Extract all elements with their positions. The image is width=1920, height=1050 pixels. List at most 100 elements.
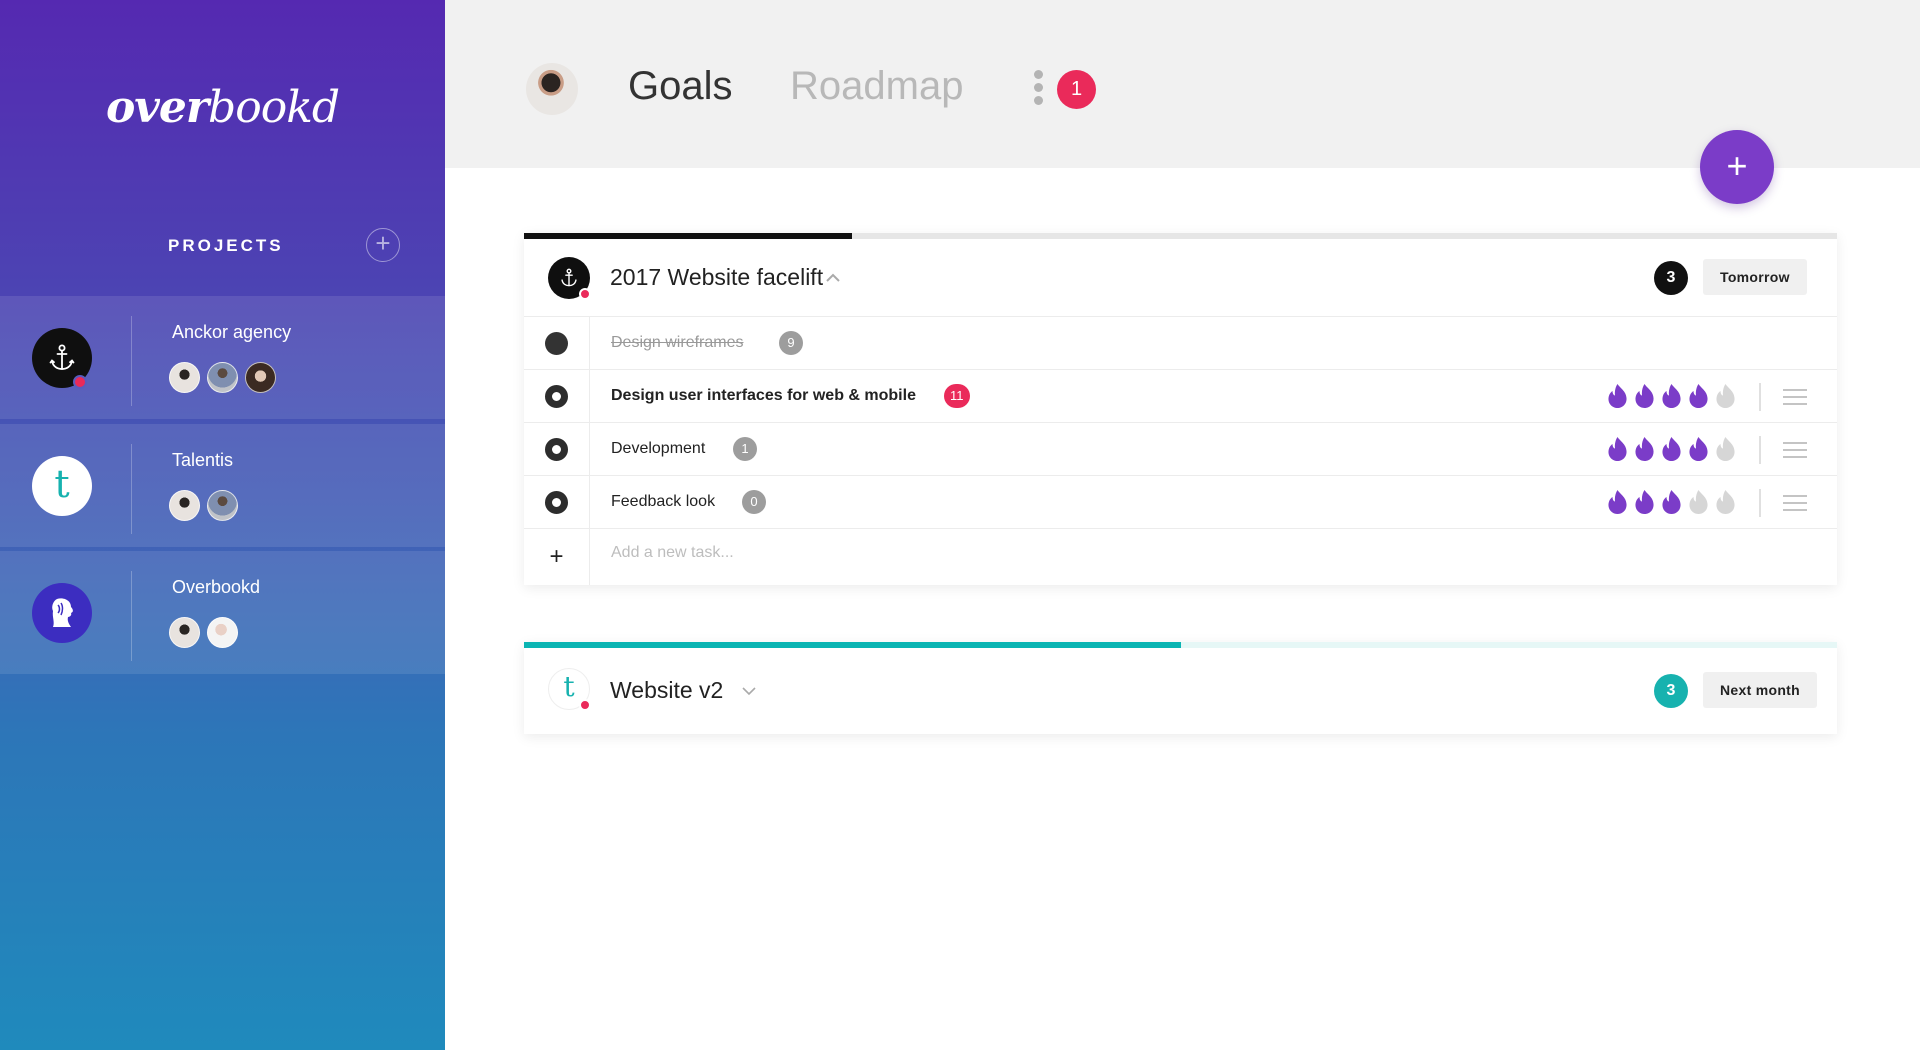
avatar[interactable] — [245, 362, 276, 393]
flame-icon-inactive[interactable] — [1714, 436, 1737, 462]
goal-count-badge: 3 — [1654, 261, 1688, 295]
comment-count-badge[interactable]: 1 — [733, 437, 757, 461]
comment-count-badge[interactable]: 0 — [742, 490, 766, 514]
project-name: Overbookd — [172, 577, 261, 597]
projects-label: PROJECTS — [168, 236, 284, 255]
priority-rating[interactable] — [1606, 383, 1737, 409]
task-checkbox[interactable] — [545, 437, 568, 461]
user-avatar[interactable] — [526, 63, 578, 115]
divider — [1759, 436, 1761, 464]
more-options-icon[interactable] — [1032, 70, 1044, 110]
goal-title[interactable]: 2017 Website facelift — [610, 264, 823, 291]
task-name[interactable]: Design wireframes — [611, 334, 743, 352]
task-check-cell — [524, 317, 590, 369]
anchor-icon — [49, 344, 75, 370]
drag-handle-icon[interactable] — [1783, 495, 1807, 511]
chevron-down-icon[interactable] — [742, 680, 756, 701]
project-name: Talentis — [172, 450, 234, 470]
flame-icon-inactive[interactable] — [1714, 489, 1737, 515]
anchor-icon — [561, 268, 577, 287]
comment-count: 11 — [950, 388, 964, 403]
task-name[interactable]: Development — [611, 440, 705, 458]
flame-icon-active[interactable] — [1633, 489, 1656, 515]
task-checkbox[interactable] — [545, 490, 568, 514]
top-header: Goals Roadmap 1 — [445, 0, 1920, 168]
due-date-pill[interactable]: Next month — [1703, 672, 1817, 708]
flame-icon-active[interactable] — [1660, 489, 1683, 515]
project-members — [169, 617, 238, 648]
notification-dot — [579, 699, 591, 711]
notification-badge[interactable]: 1 — [1057, 70, 1096, 109]
priority-rating[interactable] — [1606, 436, 1737, 462]
goal-header[interactable]: 2017 Website facelift 3 Tomorrow — [524, 239, 1837, 317]
plus-icon: + — [1726, 145, 1748, 186]
tab-goals[interactable]: Goals — [628, 64, 733, 109]
add-task-input[interactable] — [611, 544, 1311, 562]
task-name[interactable]: Design user interfaces for web & mobile — [611, 387, 916, 405]
flame-icon-active[interactable] — [1660, 383, 1683, 409]
comment-count-badge[interactable]: 9 — [779, 331, 803, 355]
app-root: overbookd PROJECTS + Anckor agency t Tal… — [0, 0, 1920, 1050]
flame-icon-inactive[interactable] — [1714, 383, 1737, 409]
sidebar-item-talentis[interactable]: t Talentis — [0, 424, 445, 547]
task-row: Design wireframes 9 — [524, 317, 1837, 370]
flame-icon-active[interactable] — [1633, 436, 1656, 462]
notification-dot — [579, 288, 591, 300]
flame-icon-active[interactable] — [1687, 383, 1710, 409]
add-goal-button[interactable]: + — [1700, 130, 1774, 204]
add-project-button[interactable]: + — [366, 228, 400, 262]
avatar[interactable] — [169, 362, 200, 393]
avatar[interactable] — [207, 362, 238, 393]
tab-roadmap[interactable]: Roadmap — [790, 64, 963, 109]
flame-icon-active[interactable] — [1687, 436, 1710, 462]
comment-count-badge[interactable]: 11 — [944, 384, 970, 408]
task-checkbox-checked[interactable] — [545, 331, 568, 355]
project-logo: t — [32, 456, 92, 516]
divider — [1759, 383, 1761, 411]
priority-rating[interactable] — [1606, 489, 1737, 515]
goal-header[interactable]: t Website v2 3 Next month — [524, 648, 1837, 734]
flame-icon-active[interactable] — [1660, 436, 1683, 462]
app-logo[interactable]: overbookd — [0, 82, 445, 133]
project-members — [169, 490, 238, 521]
flame-icon-active[interactable] — [1606, 383, 1629, 409]
task-check-cell — [524, 423, 590, 475]
add-task-row: + — [524, 529, 1837, 585]
avatar[interactable] — [207, 617, 238, 648]
chevron-up-icon[interactable] — [826, 267, 840, 288]
plus-icon: + — [375, 228, 391, 258]
logo-light-text: bookd — [208, 82, 340, 133]
avatar[interactable] — [169, 617, 200, 648]
task-row: Design user interfaces for web & mobile … — [524, 370, 1837, 423]
goal-card: t Website v2 3 Next month — [524, 642, 1837, 734]
project-name: Anckor agency — [172, 322, 292, 342]
sidebar-item-anckor-agency[interactable]: Anckor agency — [0, 296, 445, 419]
project-members — [169, 362, 276, 393]
plus-icon[interactable]: + — [549, 543, 563, 571]
goal-title[interactable]: Website v2 — [610, 677, 723, 704]
t-letter-icon: t — [54, 462, 70, 506]
drag-handle-icon[interactable] — [1783, 442, 1807, 458]
logo-bold-text: over — [105, 82, 209, 133]
flame-icon-active[interactable] — [1633, 383, 1656, 409]
sidebar: overbookd PROJECTS + Anckor agency t Tal… — [0, 0, 445, 1050]
avatar[interactable] — [169, 490, 200, 521]
flame-icon-active[interactable] — [1606, 489, 1629, 515]
goal-card: 2017 Website facelift 3 Tomorrow Design … — [524, 233, 1837, 585]
due-date-pill[interactable]: Tomorrow — [1703, 259, 1807, 295]
task-checkbox[interactable] — [545, 384, 568, 408]
notification-dot — [73, 375, 87, 389]
item-divider — [131, 316, 132, 406]
task-list: Design wireframes 9 Design user interfac… — [524, 317, 1837, 585]
avatar[interactable] — [207, 490, 238, 521]
drag-handle-icon[interactable] — [1783, 389, 1807, 405]
sidebar-item-overbookd[interactable]: Overbookd — [0, 551, 445, 674]
project-logo — [32, 583, 92, 643]
task-name[interactable]: Feedback look — [611, 493, 715, 511]
task-check-cell — [524, 370, 590, 422]
comment-count: 1 — [741, 441, 749, 456]
flame-icon-inactive[interactable] — [1687, 489, 1710, 515]
goal-count-badge: 3 — [1654, 674, 1688, 708]
t-letter-icon: t — [563, 670, 575, 703]
flame-icon-active[interactable] — [1606, 436, 1629, 462]
